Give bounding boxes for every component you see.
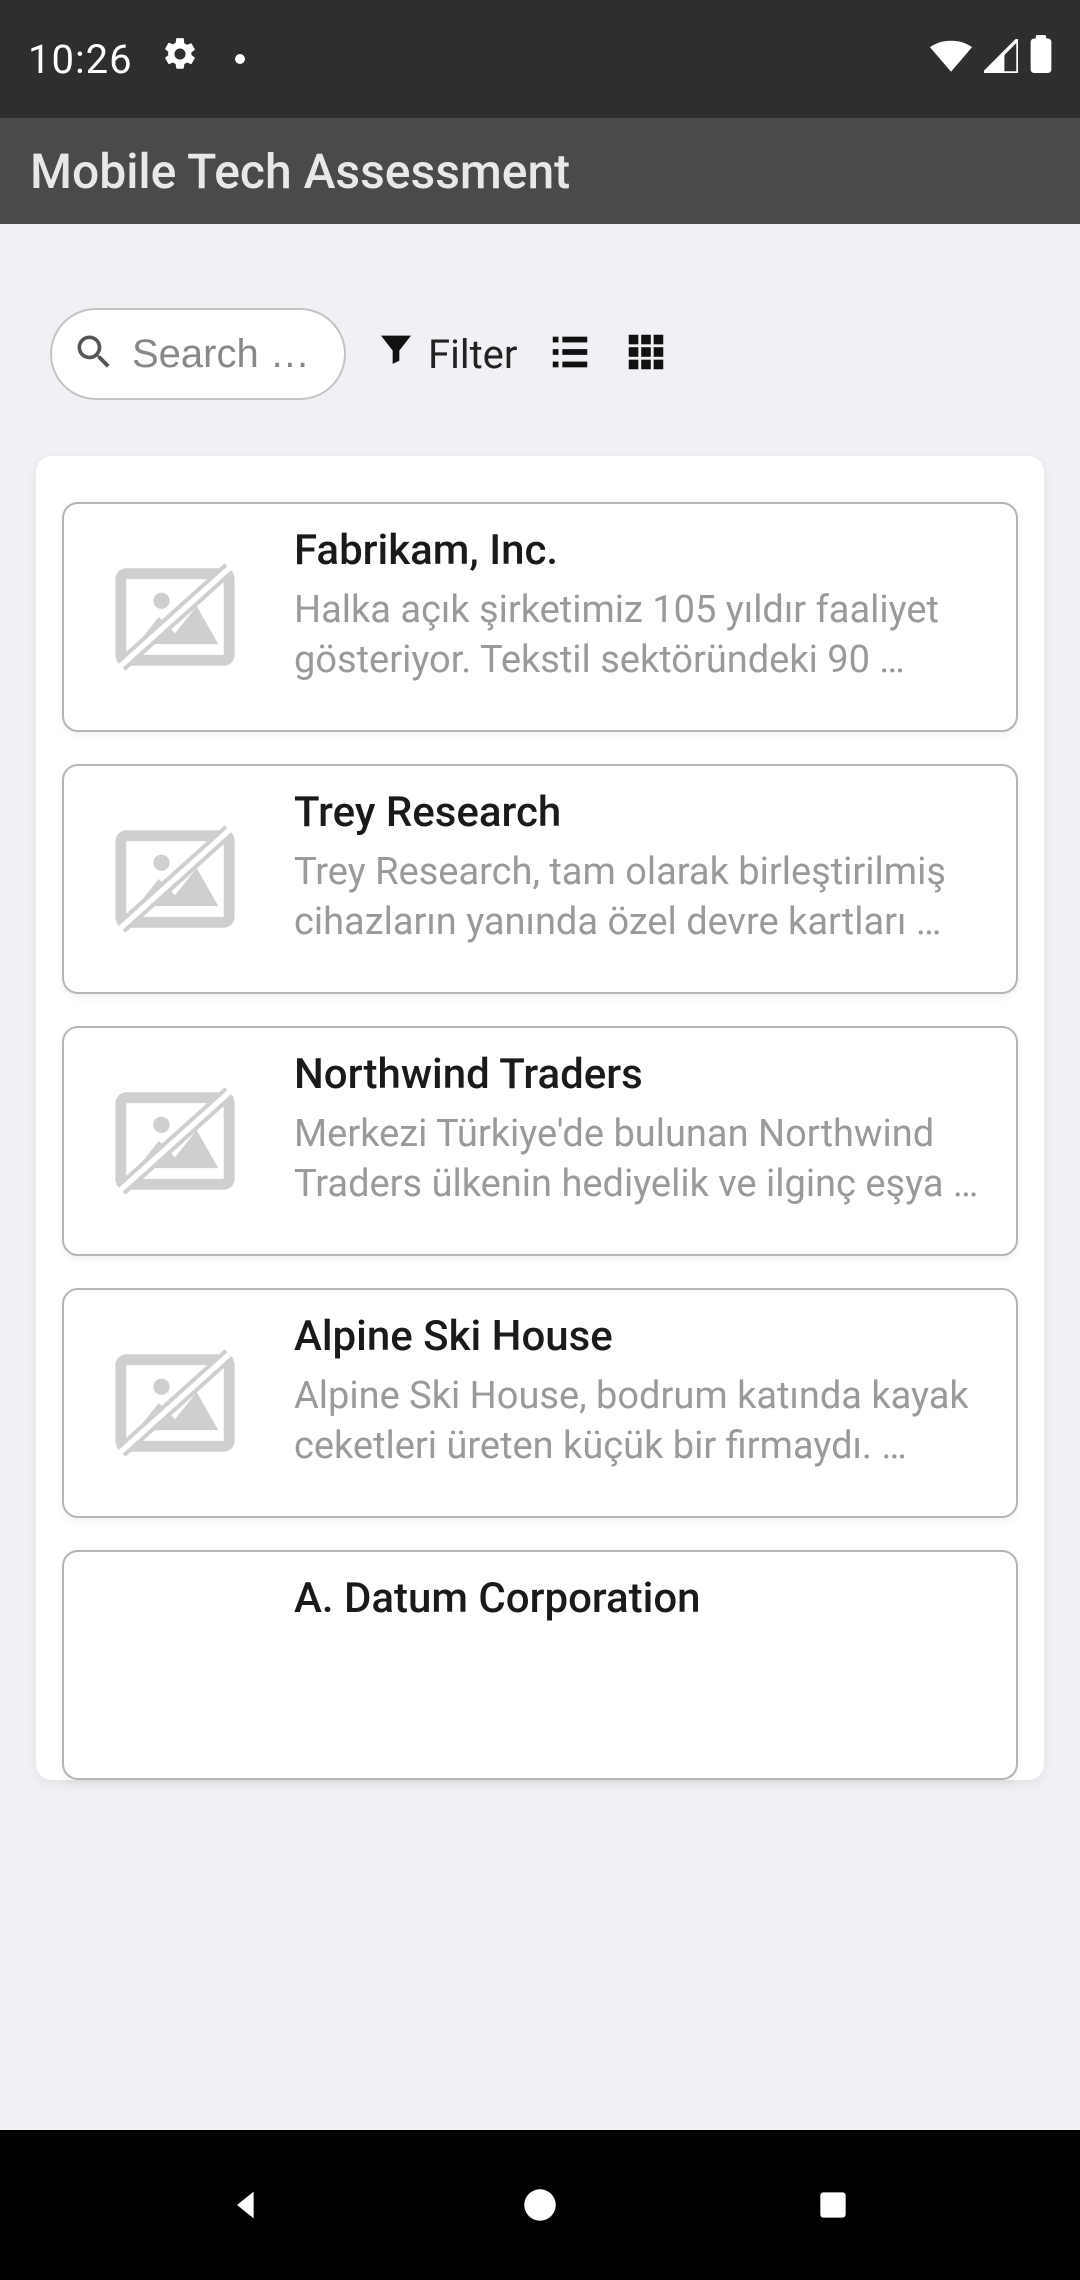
grid-view-icon[interactable] (623, 329, 669, 379)
notification-dot-icon (235, 54, 245, 64)
thumbnail-placeholder (90, 532, 260, 702)
filter-label: Filter (428, 331, 517, 378)
list-view-icon[interactable] (547, 329, 593, 379)
item-desc: Halka açık şirketimiz 105 yıldır faaliye… (294, 585, 988, 685)
item-desc: Trey Research, tam olarak birleştirilmiş… (294, 847, 988, 947)
item-title: Alpine Ski House (294, 1312, 988, 1361)
gear-icon (161, 35, 199, 83)
system-nav-bar (0, 2130, 1080, 2280)
signal-icon (984, 36, 1018, 83)
item-title: Trey Research (294, 788, 988, 837)
filter-icon (376, 329, 416, 379)
search-input-container[interactable] (50, 308, 346, 400)
page-title: Mobile Tech Assessment (30, 143, 570, 200)
thumbnail-placeholder (90, 1056, 260, 1226)
search-input[interactable] (132, 332, 320, 377)
list-item[interactable]: Trey Research Trey Research, tam olarak … (62, 764, 1018, 994)
battery-icon (1030, 35, 1052, 83)
item-desc: Merkezi Türkiye'de bulunan Northwind Tra… (294, 1109, 988, 1209)
thumbnail-placeholder (90, 1318, 260, 1488)
search-icon (72, 330, 116, 378)
wifi-icon (930, 36, 972, 83)
item-title: A. Datum Corporation (294, 1574, 988, 1623)
item-title: Northwind Traders (294, 1050, 988, 1099)
item-title: Fabrikam, Inc. (294, 526, 988, 575)
thumbnail-placeholder (90, 794, 260, 964)
main-content: Filter Fabrikam, Inc. Halka açık şirketi… (0, 224, 1080, 2130)
list-item[interactable]: Alpine Ski House Alpine Ski House, bodru… (62, 1288, 1018, 1518)
list-container: Fabrikam, Inc. Halka açık şirketimiz 105… (36, 456, 1044, 1780)
filter-button[interactable]: Filter (376, 329, 517, 379)
list-item[interactable]: Fabrikam, Inc. Halka açık şirketimiz 105… (62, 502, 1018, 732)
recents-button[interactable] (803, 2175, 863, 2235)
app-bar: Mobile Tech Assessment (0, 118, 1080, 224)
status-clock: 10:26 (28, 36, 133, 83)
home-button[interactable] (510, 2175, 570, 2235)
thumbnail-placeholder (90, 1580, 260, 1750)
tools-row: Filter (0, 308, 1080, 400)
item-desc: Alpine Ski House, bodrum katında kayak c… (294, 1371, 988, 1471)
back-button[interactable] (217, 2175, 277, 2235)
list-item[interactable]: Northwind Traders Merkezi Türkiye'de bul… (62, 1026, 1018, 1256)
status-bar: 10:26 (0, 0, 1080, 118)
list-item[interactable]: A. Datum Corporation (62, 1550, 1018, 1780)
